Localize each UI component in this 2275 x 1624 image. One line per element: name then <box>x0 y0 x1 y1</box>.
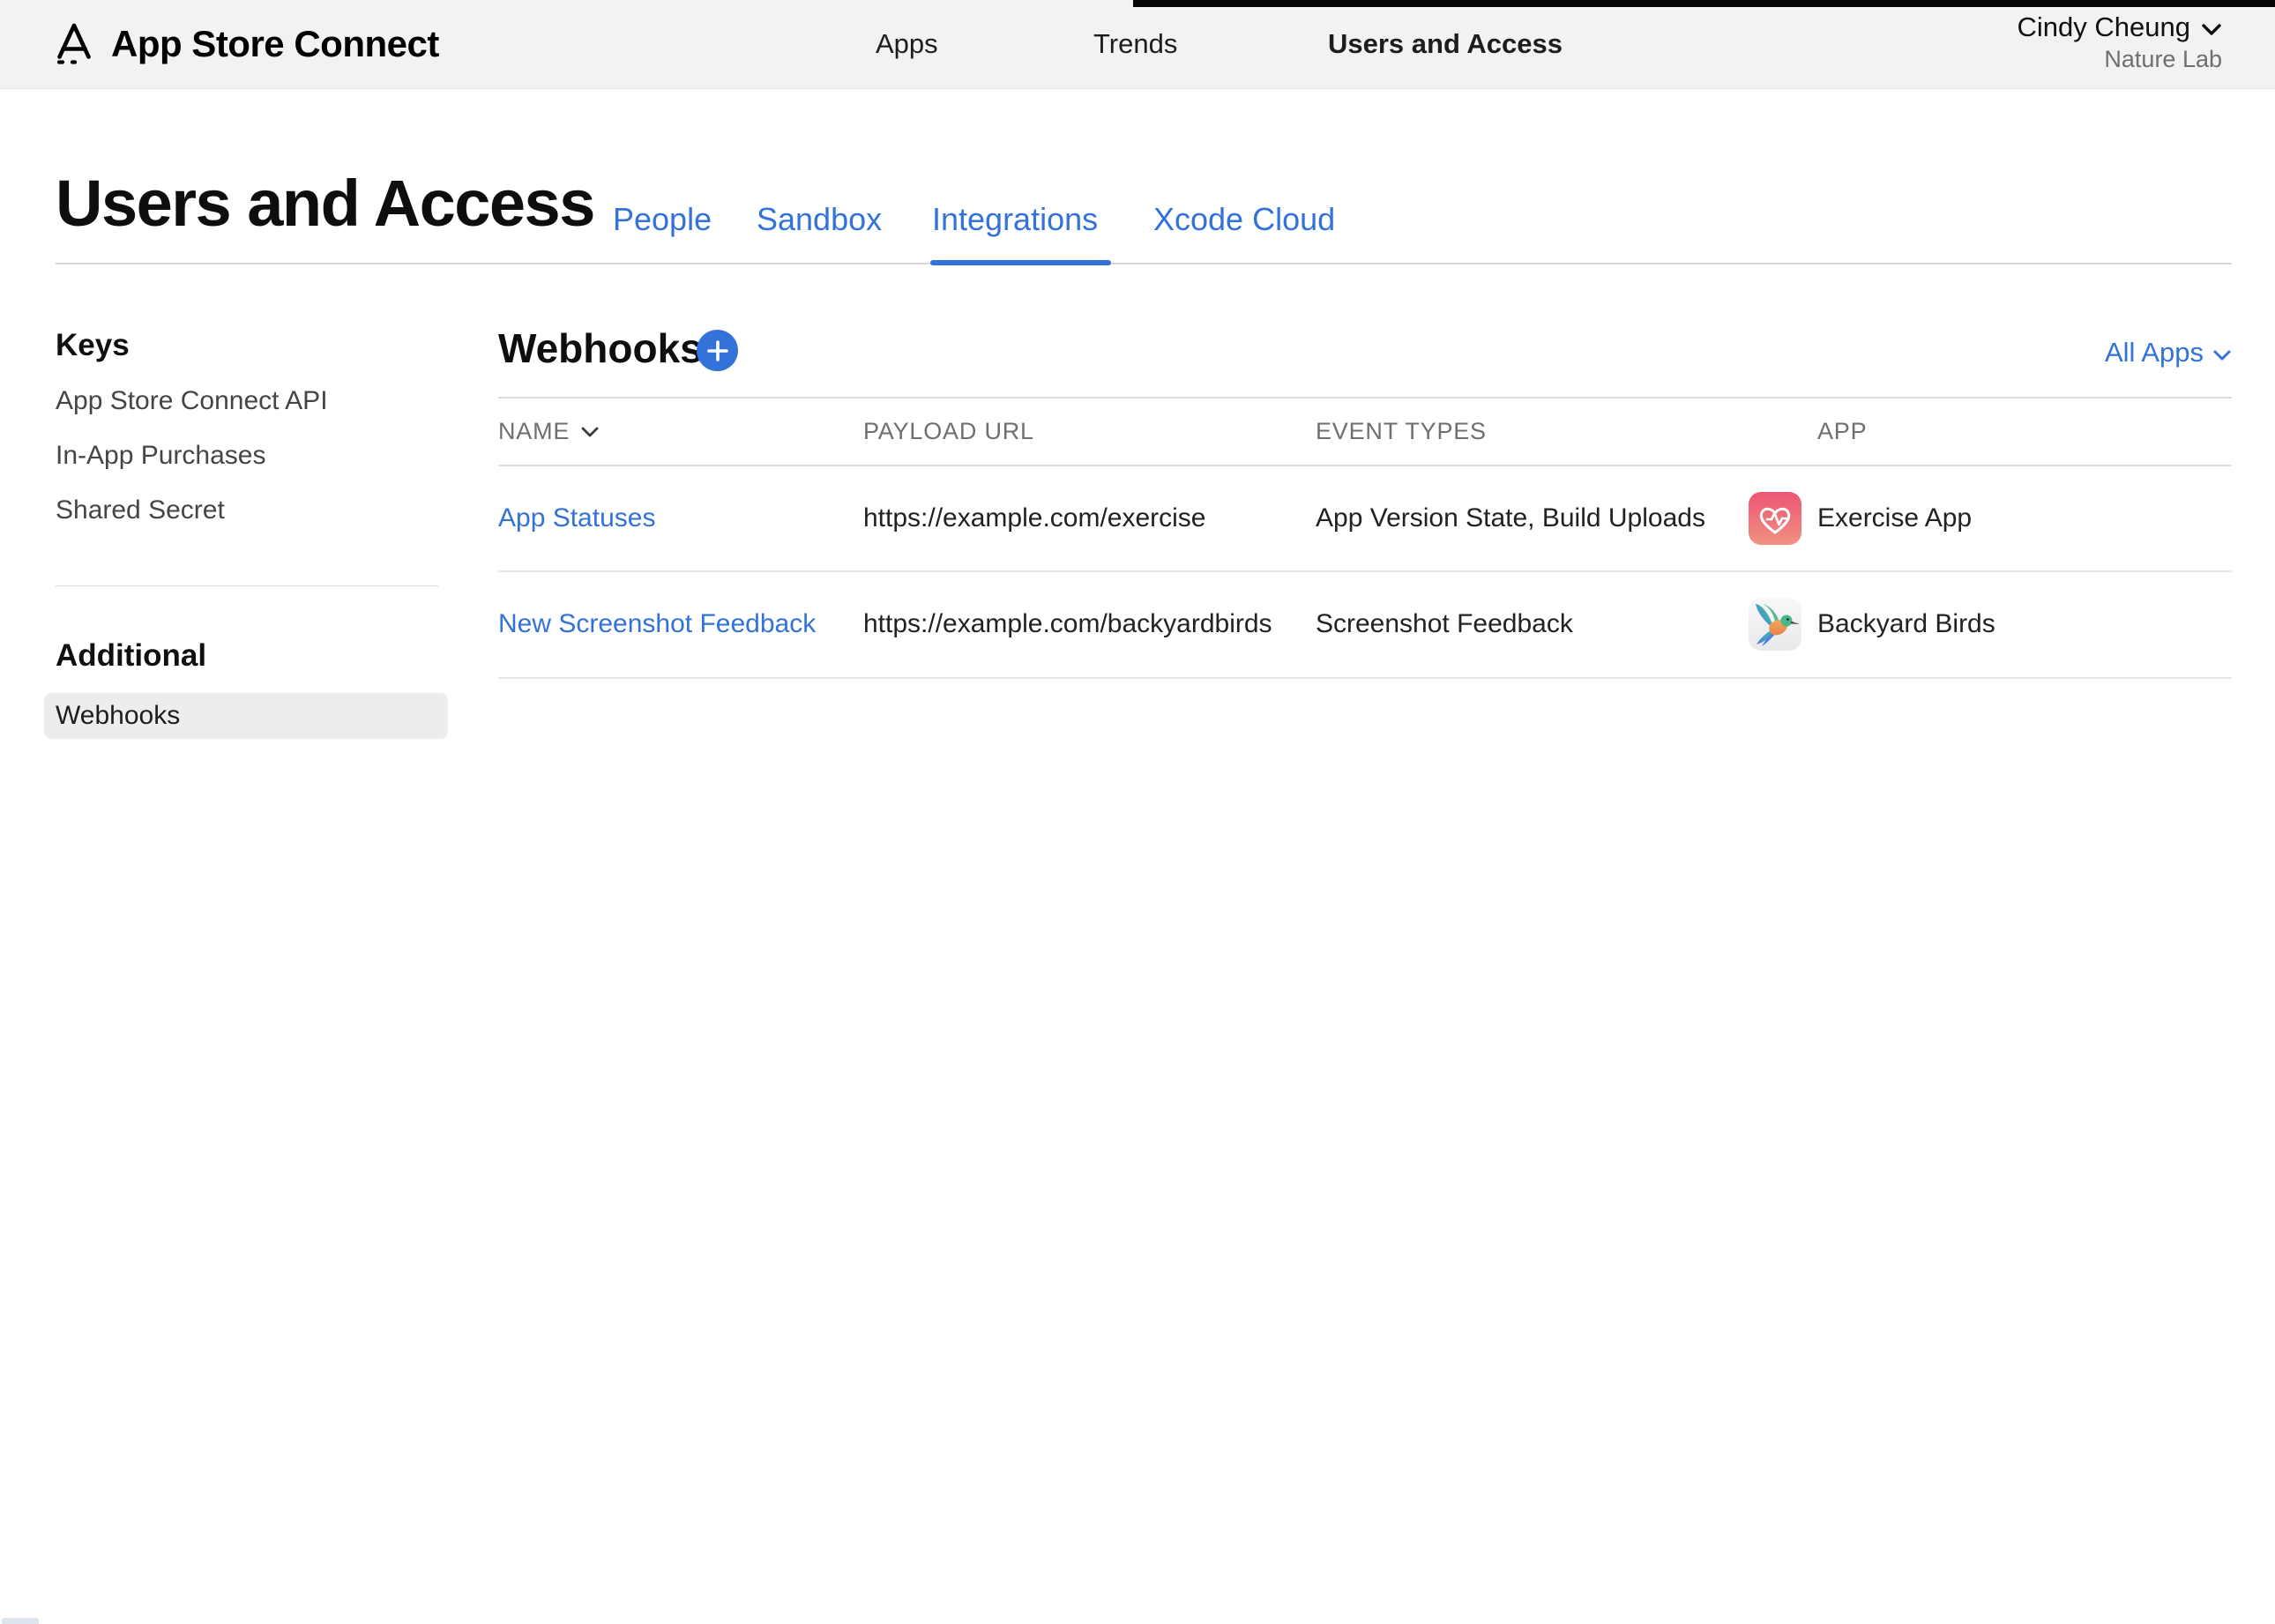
tab-integrations[interactable]: Integrations <box>932 201 1098 238</box>
sidebar-item-webhooks-label: Webhooks <box>56 701 180 731</box>
payload-url-value: https://example.com/backyardbirds <box>863 570 1272 677</box>
chevron-down-icon <box>2212 337 2232 369</box>
webhook-name-link[interactable]: New Screenshot Feedback <box>498 570 816 677</box>
app-name-label: Backyard Birds <box>1817 570 1995 677</box>
nav-item-apps[interactable]: Apps <box>876 0 938 88</box>
tab-people[interactable]: People <box>613 201 712 238</box>
column-header-event-types: EVENT TYPES <box>1316 399 1487 465</box>
payload-url-value: https://example.com/exercise <box>863 466 1206 570</box>
add-webhook-button[interactable] <box>697 330 738 371</box>
column-header-payload-url: PAYLOAD URL <box>863 399 1034 465</box>
top-navigation-bar: App Store Connect Apps Trends Users and … <box>0 0 2275 89</box>
plus-icon <box>706 339 729 362</box>
event-types-value: Screenshot Feedback <box>1316 570 1573 677</box>
top-edge-line <box>1133 0 2275 7</box>
backyard-birds-app-icon <box>1749 570 1801 677</box>
sidebar-divider <box>56 585 438 586</box>
nav-item-trends[interactable]: Trends <box>1093 0 1177 88</box>
account-name: Cindy Cheung <box>2018 11 2190 43</box>
sidebar-heading-additional: Additional <box>56 638 206 674</box>
table-row: App Statuses https://example.com/exercis… <box>498 466 2232 572</box>
app-store-connect-logo[interactable]: App Store Connect <box>51 0 439 88</box>
app-store-connect-glyph-icon <box>51 19 97 70</box>
exercise-app-icon <box>1749 466 1801 570</box>
sidebar-item-webhooks[interactable]: Webhooks <box>44 693 448 739</box>
app-store-connect-window: App Store Connect Apps Trends Users and … <box>0 0 2275 1624</box>
app-name-label: Exercise App <box>1817 466 1972 570</box>
bottom-left-cutoff-element <box>2 1618 39 1624</box>
page-title: Users and Access <box>56 166 594 241</box>
webhook-name-link[interactable]: App Statuses <box>498 466 655 570</box>
table-row: New Screenshot Feedback https://example.… <box>498 570 2232 679</box>
tab-sandbox[interactable]: Sandbox <box>757 201 882 238</box>
table-header-row: NAME PAYLOAD URL EVENT TYPES APP <box>498 397 2232 466</box>
account-menu[interactable]: Cindy Cheung Nature Lab <box>2018 11 2222 73</box>
header-divider <box>56 263 2232 264</box>
active-tab-underline <box>930 260 1111 265</box>
sort-chevron-down-icon <box>580 426 600 438</box>
webhooks-heading: Webhooks <box>498 324 703 372</box>
column-header-app: APP <box>1817 399 1867 465</box>
sidebar-item-in-app-purchases[interactable]: In-App Purchases <box>56 441 265 471</box>
brand-title: App Store Connect <box>111 23 439 65</box>
sidebar-heading-keys: Keys <box>56 328 130 363</box>
all-apps-filter-label: All Apps <box>2105 337 2204 369</box>
tab-xcode-cloud[interactable]: Xcode Cloud <box>1153 201 1335 238</box>
chevron-down-icon <box>2201 11 2222 43</box>
sidebar-item-shared-secret[interactable]: Shared Secret <box>56 495 225 525</box>
nav-item-users-and-access[interactable]: Users and Access <box>1328 0 1563 88</box>
all-apps-filter-dropdown[interactable]: All Apps <box>2105 337 2232 369</box>
sidebar-item-app-store-connect-api[interactable]: App Store Connect API <box>56 386 328 416</box>
event-types-value: App Version State, Build Uploads <box>1316 466 1705 570</box>
account-team-name: Nature Lab <box>2018 46 2222 73</box>
column-header-name[interactable]: NAME <box>498 399 600 465</box>
